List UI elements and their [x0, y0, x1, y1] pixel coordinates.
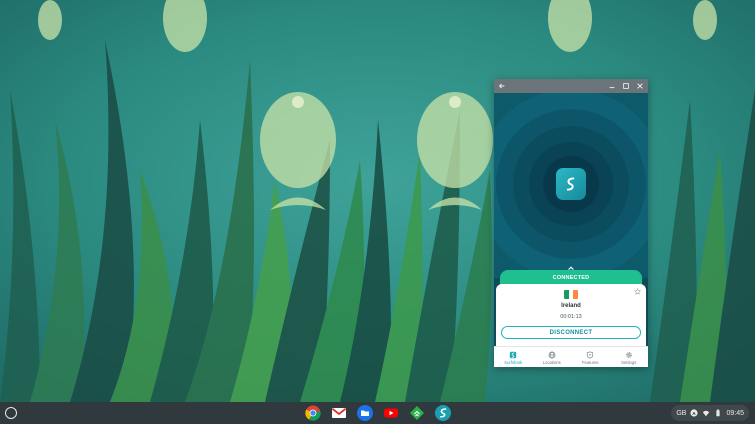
- connection-panel: Ireland 00:01:13 DISCONNECT: [496, 284, 646, 346]
- surfshark-icon[interactable]: [435, 405, 451, 421]
- svg-text:A: A: [693, 411, 697, 417]
- wifi-icon: [703, 410, 710, 417]
- taskbar-shelf: GB A 09:45: [0, 402, 755, 424]
- surfshark-icon: [510, 351, 517, 358]
- chevron-up-icon: [568, 266, 574, 270]
- ireland-flag-icon: [564, 290, 578, 299]
- gear-icon: [626, 351, 632, 358]
- status-tray[interactable]: GB A 09:45: [671, 405, 749, 421]
- surfshark-app-window: CONNECTED Ireland 00:01:13 DISCONNECT Su…: [494, 79, 648, 367]
- connection-timer: 00:01:13: [560, 314, 582, 320]
- files-icon[interactable]: [357, 405, 373, 421]
- nav-label: Settings: [621, 359, 637, 365]
- minimize-icon[interactable]: [608, 82, 616, 90]
- nav-item-features[interactable]: Features: [571, 347, 610, 367]
- star-icon[interactable]: [634, 288, 641, 295]
- nav-label: Features: [581, 359, 599, 365]
- youtube-icon[interactable]: [383, 405, 399, 421]
- accessibility-icon: A: [690, 409, 699, 417]
- globe-icon: [548, 351, 556, 358]
- clock-time: 09:45: [726, 409, 744, 417]
- keyboard-layout-indicator: GB: [676, 409, 687, 417]
- gmail-icon[interactable]: [331, 405, 347, 421]
- chrome-icon[interactable]: [305, 405, 321, 421]
- nav-item-settings[interactable]: Settings: [610, 347, 649, 367]
- nav-label: Locations: [542, 359, 561, 365]
- location-name: Ireland: [561, 303, 581, 309]
- flag-stripe-orange: [573, 290, 578, 299]
- surfshark-logo-icon: [556, 168, 586, 200]
- back-arrow-icon[interactable]: [498, 82, 506, 90]
- disconnect-button[interactable]: DISCONNECT: [501, 326, 641, 339]
- close-icon[interactable]: [636, 82, 644, 90]
- launcher-button[interactable]: [5, 407, 17, 419]
- nav-item-locations[interactable]: Locations: [533, 347, 572, 367]
- battery-icon: [716, 409, 721, 417]
- nav-label: Surfshark: [504, 359, 523, 365]
- window-titlebar: [494, 79, 648, 93]
- maximize-icon[interactable]: [622, 82, 630, 90]
- shield-icon: [587, 350, 594, 359]
- connection-status-text: CONNECTED: [552, 275, 590, 281]
- nav-item-surfshark[interactable]: Surfshark: [494, 347, 533, 367]
- feedly-icon[interactable]: [409, 405, 425, 421]
- bottom-navigation: Surfshark Locations Features Settings: [494, 346, 648, 367]
